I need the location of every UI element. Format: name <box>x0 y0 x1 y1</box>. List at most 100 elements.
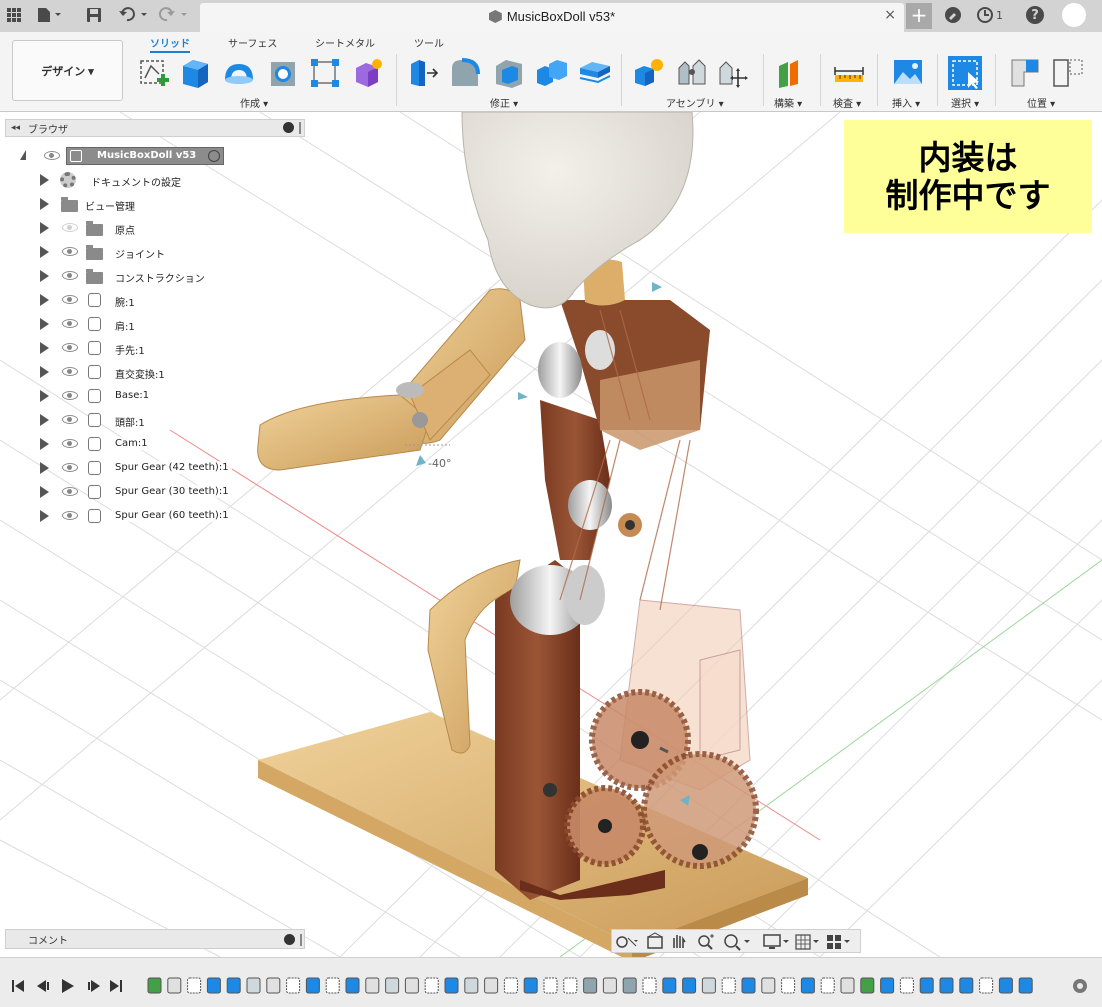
visibility-eye-icon[interactable] <box>62 295 78 304</box>
expand-arrow-icon[interactable] <box>40 414 49 426</box>
timeline-plane-icon[interactable] <box>860 977 875 994</box>
zoom-icon[interactable] <box>698 934 714 950</box>
orbit-icon[interactable] <box>616 936 638 948</box>
visibility-eye-icon[interactable] <box>62 319 78 328</box>
workspace-switcher-button[interactable]: デザイン ▾ <box>12 40 123 101</box>
group-construct-label[interactable]: 構築 ▾ <box>774 95 802 110</box>
timeline-sketch-icon[interactable] <box>286 977 301 994</box>
group-select-label[interactable]: 選択 ▾ <box>951 95 979 110</box>
visibility-eye-icon[interactable] <box>62 391 78 400</box>
expand-arrow-icon[interactable] <box>40 462 49 474</box>
create-sketch-icon[interactable] <box>137 56 171 90</box>
timeline-sketch-icon[interactable] <box>820 977 835 994</box>
timeline-extrude-icon[interactable] <box>682 977 697 994</box>
timeline-sketch-icon[interactable] <box>979 977 994 994</box>
expand-arrow-icon[interactable] <box>20 150 26 160</box>
visibility-eye-icon[interactable] <box>62 343 78 352</box>
timeline-hole-icon[interactable] <box>583 977 598 994</box>
visibility-eye-icon[interactable] <box>62 439 78 448</box>
group-insert-label[interactable]: 挿入 ▾ <box>892 95 920 110</box>
play-icon[interactable] <box>62 979 74 993</box>
timeline-hole-icon[interactable] <box>622 977 637 994</box>
timeline-extrude-icon[interactable] <box>939 977 954 994</box>
timeline-joint-icon[interactable] <box>385 977 400 994</box>
timeline-sketch-icon[interactable] <box>563 977 578 994</box>
timeline-body-icon[interactable] <box>840 977 855 994</box>
group-assemble-label[interactable]: アセンブリ ▾ <box>666 95 724 110</box>
expand-arrow-icon[interactable] <box>40 510 49 522</box>
align-icon[interactable] <box>1008 56 1042 90</box>
help-icon[interactable]: ? <box>1026 6 1044 24</box>
timeline-body-icon[interactable] <box>602 977 617 994</box>
expand-arrow-icon[interactable] <box>40 438 49 450</box>
timeline-sketch-icon[interactable] <box>503 977 518 994</box>
group-inspect-label[interactable]: 検査 ▾ <box>833 95 861 110</box>
timeline-extrude-icon[interactable] <box>880 977 895 994</box>
root-component-label[interactable]: MusicBoxDoll v53 <box>66 147 224 165</box>
hole-icon[interactable] <box>266 56 300 90</box>
visibility-eye-icon[interactable] <box>62 463 78 472</box>
visibility-eye-icon[interactable] <box>62 247 78 256</box>
visibility-eye-icon[interactable] <box>62 487 78 496</box>
timeline-sketch-icon[interactable] <box>642 977 657 994</box>
timeline-extrude-icon[interactable] <box>959 977 974 994</box>
group-create-label[interactable]: 作成 ▾ <box>240 95 268 110</box>
step-back-icon[interactable] <box>37 980 49 992</box>
document-tab[interactable]: MusicBoxDoll v53* × <box>200 3 904 32</box>
expand-arrow-icon[interactable] <box>40 174 49 186</box>
file-menu-icon[interactable] <box>36 4 64 26</box>
user-avatar[interactable] <box>1062 3 1086 27</box>
measure-icon[interactable] <box>832 56 866 90</box>
select-icon[interactable] <box>948 56 982 90</box>
revolve-icon[interactable] <box>222 56 256 90</box>
timeline-extrude-icon[interactable] <box>305 977 320 994</box>
timeline-settings-icon[interactable] <box>1073 979 1087 993</box>
go-to-start-icon[interactable] <box>12 980 24 992</box>
timeline-sketch-icon[interactable] <box>543 977 558 994</box>
timeline-extrude-icon[interactable] <box>444 977 459 994</box>
browser-options-icon[interactable] <box>283 122 294 133</box>
go-to-end-icon[interactable] <box>110 980 122 992</box>
timeline-joint-icon[interactable] <box>246 977 261 994</box>
undo-icon[interactable] <box>118 4 152 26</box>
timeline-joint-icon[interactable] <box>701 977 716 994</box>
shell-icon[interactable] <box>492 56 526 90</box>
new-tab-button[interactable]: + <box>906 3 932 29</box>
timeline-body-icon[interactable] <box>484 977 499 994</box>
panel-resize-handle[interactable] <box>300 934 302 946</box>
timeline-body-icon[interactable] <box>167 977 182 994</box>
tab-sheet-metal[interactable]: シートメタル <box>315 35 375 53</box>
timeline-extrude-icon[interactable] <box>998 977 1013 994</box>
timeline-extrude-icon[interactable] <box>345 977 360 994</box>
group-position-label[interactable]: 位置 ▾ <box>1027 95 1055 110</box>
press-pull-icon[interactable] <box>407 56 441 90</box>
visibility-eye-icon[interactable] <box>62 511 78 520</box>
timeline-plane-icon[interactable] <box>147 977 162 994</box>
timeline-extrude-icon[interactable] <box>741 977 756 994</box>
expand-arrow-icon[interactable] <box>40 390 49 402</box>
job-status-icon[interactable]: 1 <box>976 4 1003 26</box>
visibility-eye-icon[interactable] <box>62 367 78 376</box>
display-settings-icon[interactable] <box>763 934 789 949</box>
insert-image-icon[interactable] <box>891 56 925 90</box>
viewports-icon[interactable] <box>827 935 850 949</box>
timeline-body-icon[interactable] <box>404 977 419 994</box>
rectangular-pattern-icon[interactable] <box>308 56 342 90</box>
3d-viewport[interactable]: -40° <box>0 112 1102 957</box>
combine-icon[interactable] <box>535 56 569 90</box>
expand-arrow-icon[interactable] <box>40 366 49 378</box>
model-canvas[interactable]: -40° <box>0 112 1102 957</box>
look-at-icon[interactable] <box>647 932 663 949</box>
timeline-body-icon[interactable] <box>761 977 776 994</box>
fit-icon[interactable] <box>724 934 750 951</box>
browser-header[interactable]: ◂◂ ブラウザ <box>5 119 305 137</box>
visibility-eye-icon[interactable] <box>62 223 78 232</box>
pan-icon[interactable] <box>673 935 686 948</box>
timeline-extrude-icon[interactable] <box>226 977 241 994</box>
capture-position-icon[interactable] <box>1050 56 1084 90</box>
expand-arrow-icon[interactable] <box>40 486 49 498</box>
step-forward-icon[interactable] <box>88 980 100 992</box>
expand-arrow-icon[interactable] <box>40 318 49 330</box>
timeline-sketch-icon[interactable] <box>899 977 914 994</box>
timeline-sketch-icon[interactable] <box>325 977 340 994</box>
